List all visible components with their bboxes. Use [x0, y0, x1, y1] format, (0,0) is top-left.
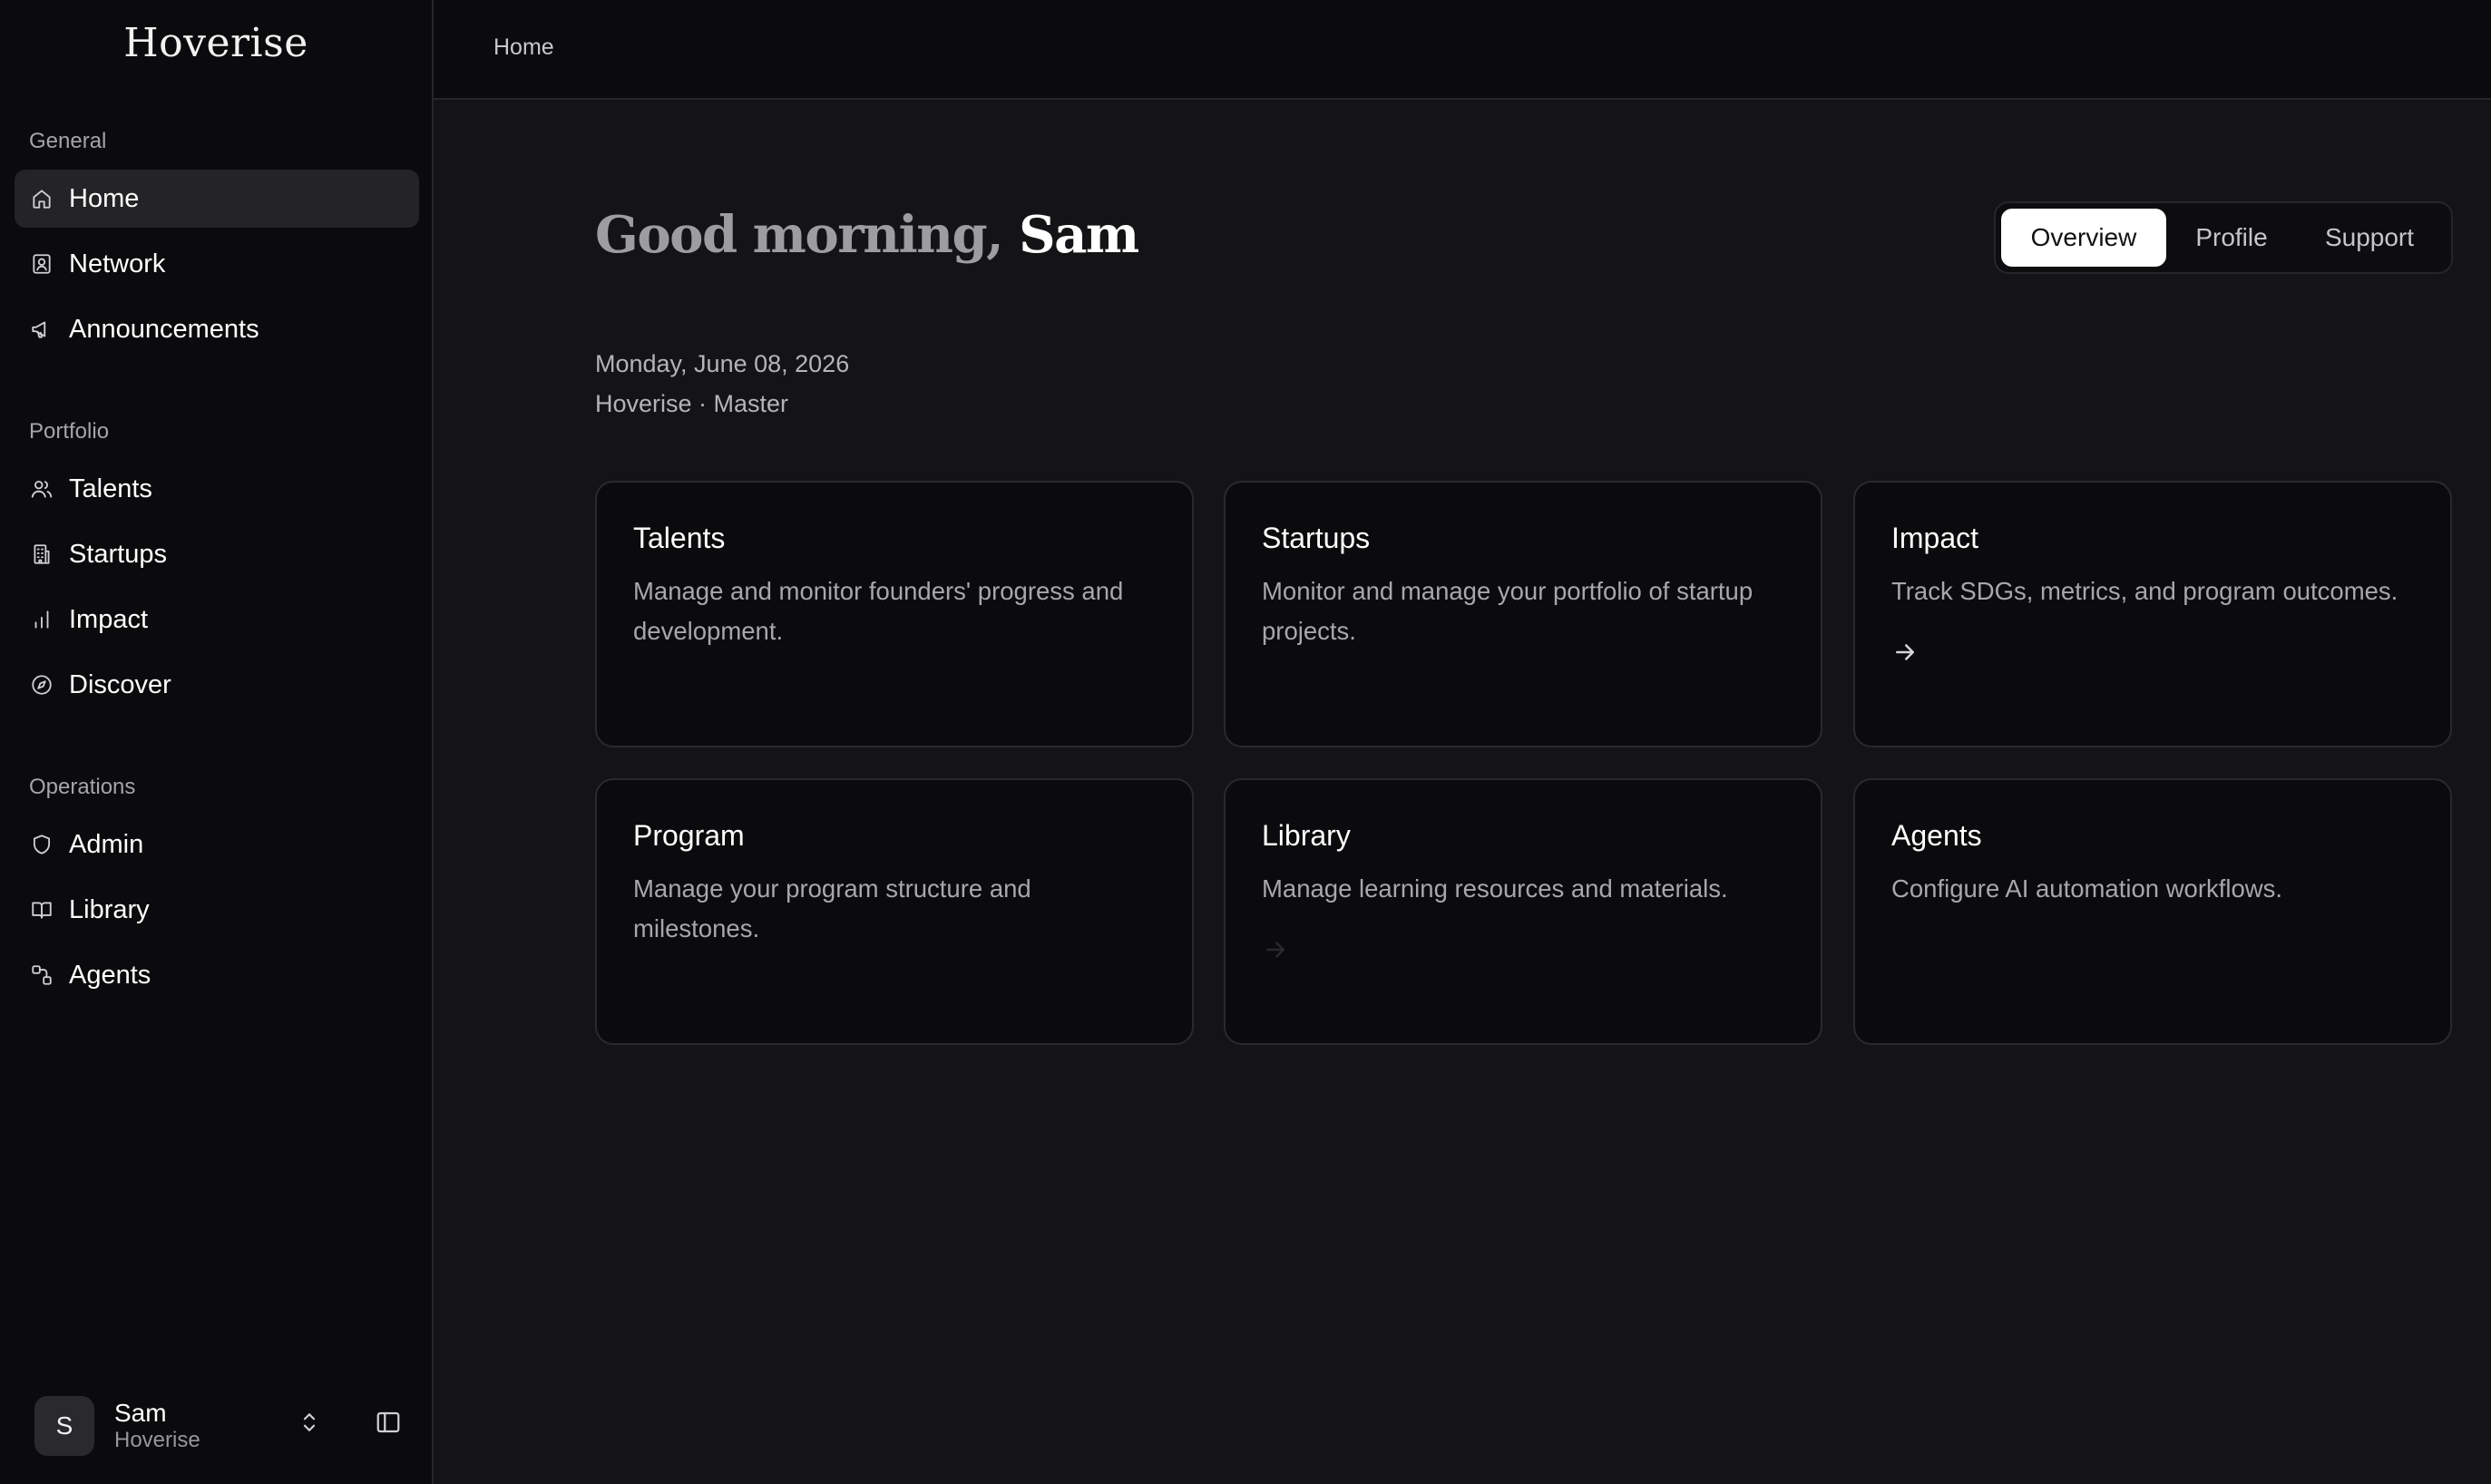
- book-open-icon: [29, 897, 54, 923]
- brand-logo[interactable]: Hoverise: [0, 20, 432, 66]
- tab-overview[interactable]: Overview: [2001, 209, 2166, 267]
- sidebar-item-discover[interactable]: Discover: [15, 656, 419, 714]
- sidebar-item-label: Library: [69, 894, 150, 924]
- sidebar-item-impact[interactable]: Impact: [15, 591, 419, 649]
- card-agents[interactable]: Agents Configure AI automation workflows…: [1853, 778, 2452, 1045]
- arrow-right-icon: [1262, 936, 1289, 963]
- sidebar-item-label: Talents: [69, 474, 152, 503]
- card-program[interactable]: Program Manage your program structure an…: [595, 778, 1194, 1045]
- sidebar-item-label: Home: [69, 183, 140, 213]
- card-title: Program: [633, 819, 745, 852]
- card-title: Agents: [1891, 819, 1982, 852]
- breadcrumb[interactable]: Home: [493, 34, 554, 61]
- top-bar: Home: [434, 0, 2491, 100]
- greeting-prefix: Good morning,: [595, 205, 1004, 265]
- sidebar-item-network[interactable]: Network: [15, 235, 419, 293]
- chevrons-up-down-icon[interactable]: [296, 1409, 323, 1436]
- sidebar-item-label: Network: [69, 249, 166, 278]
- card-title: Impact: [1891, 522, 1979, 554]
- card-description: Configure AI automation workflows.: [1891, 874, 2283, 903]
- user-switcher[interactable]: S Sam Hoverise: [34, 1396, 200, 1456]
- section-label-general: General: [29, 129, 107, 153]
- home-icon: [29, 186, 54, 211]
- sidebar-item-library[interactable]: Library: [15, 881, 419, 939]
- sidebar-item-label: Impact: [69, 604, 149, 634]
- sidebar-item-agents[interactable]: Agents: [15, 946, 419, 1004]
- greeting-name: Sam: [1019, 205, 1139, 265]
- megaphone-icon: [29, 317, 54, 342]
- card-description: Manage your program structure and milest…: [633, 874, 1031, 942]
- card-description: Manage learning resources and materials.: [1262, 874, 1728, 903]
- section-label-portfolio: Portfolio: [29, 419, 110, 444]
- sidebar-item-admin[interactable]: Admin: [15, 815, 419, 874]
- card-title: Talents: [633, 522, 726, 554]
- current-date: Monday, June 08, 2026: [595, 350, 850, 377]
- page-title: Good morning, Sam: [595, 205, 1139, 265]
- card-startups[interactable]: Startups Monitor and manage your portfol…: [1224, 481, 1822, 747]
- sidebar-item-label: Agents: [69, 960, 151, 990]
- users-icon: [29, 476, 54, 502]
- card-description: Manage and monitor founders' progress an…: [633, 577, 1124, 645]
- bar-chart-icon: [29, 607, 54, 632]
- contact-card-icon: [29, 251, 54, 277]
- tab-profile[interactable]: Profile: [2166, 209, 2297, 267]
- view-tabs: Overview Profile Support: [1994, 201, 2453, 274]
- sidebar-item-label: Announcements: [69, 314, 259, 344]
- section-label-operations: Operations: [29, 775, 136, 799]
- sidebar-toggle-icon[interactable]: [375, 1409, 402, 1436]
- user-org: Hoverise: [114, 1428, 200, 1452]
- card-description: Track SDGs, metrics, and program outcome…: [1891, 577, 2398, 605]
- organization-line: Hoverise · Master: [595, 390, 789, 417]
- sidebar-item-label: Discover: [69, 669, 171, 699]
- sidebar-item-talents[interactable]: Talents: [15, 460, 419, 518]
- shield-icon: [29, 832, 54, 857]
- card-title: Library: [1262, 819, 1351, 852]
- card-title: Startups: [1262, 522, 1371, 554]
- workflow-icon: [29, 962, 54, 988]
- sidebar-item-startups[interactable]: Startups: [15, 525, 419, 583]
- sidebar-item-label: Startups: [69, 539, 167, 569]
- card-library[interactable]: Library Manage learning resources and ma…: [1224, 778, 1822, 1045]
- sidebar: Hoverise General Home Network Announceme…: [0, 0, 434, 1484]
- arrow-right-icon: [1891, 639, 1919, 666]
- building-icon: [29, 542, 54, 567]
- user-name: Sam: [114, 1399, 167, 1427]
- avatar: S: [34, 1396, 94, 1456]
- card-impact[interactable]: Impact Track SDGs, metrics, and program …: [1853, 481, 2452, 747]
- sidebar-item-announcements[interactable]: Announcements: [15, 300, 419, 358]
- card-talents[interactable]: Talents Manage and monitor founders' pro…: [595, 481, 1194, 747]
- sidebar-item-home[interactable]: Home: [15, 170, 419, 228]
- sidebar-item-label: Admin: [69, 829, 144, 859]
- card-description: Monitor and manage your portfolio of sta…: [1262, 577, 1753, 645]
- compass-icon: [29, 672, 54, 698]
- tab-support[interactable]: Support: [2297, 209, 2442, 267]
